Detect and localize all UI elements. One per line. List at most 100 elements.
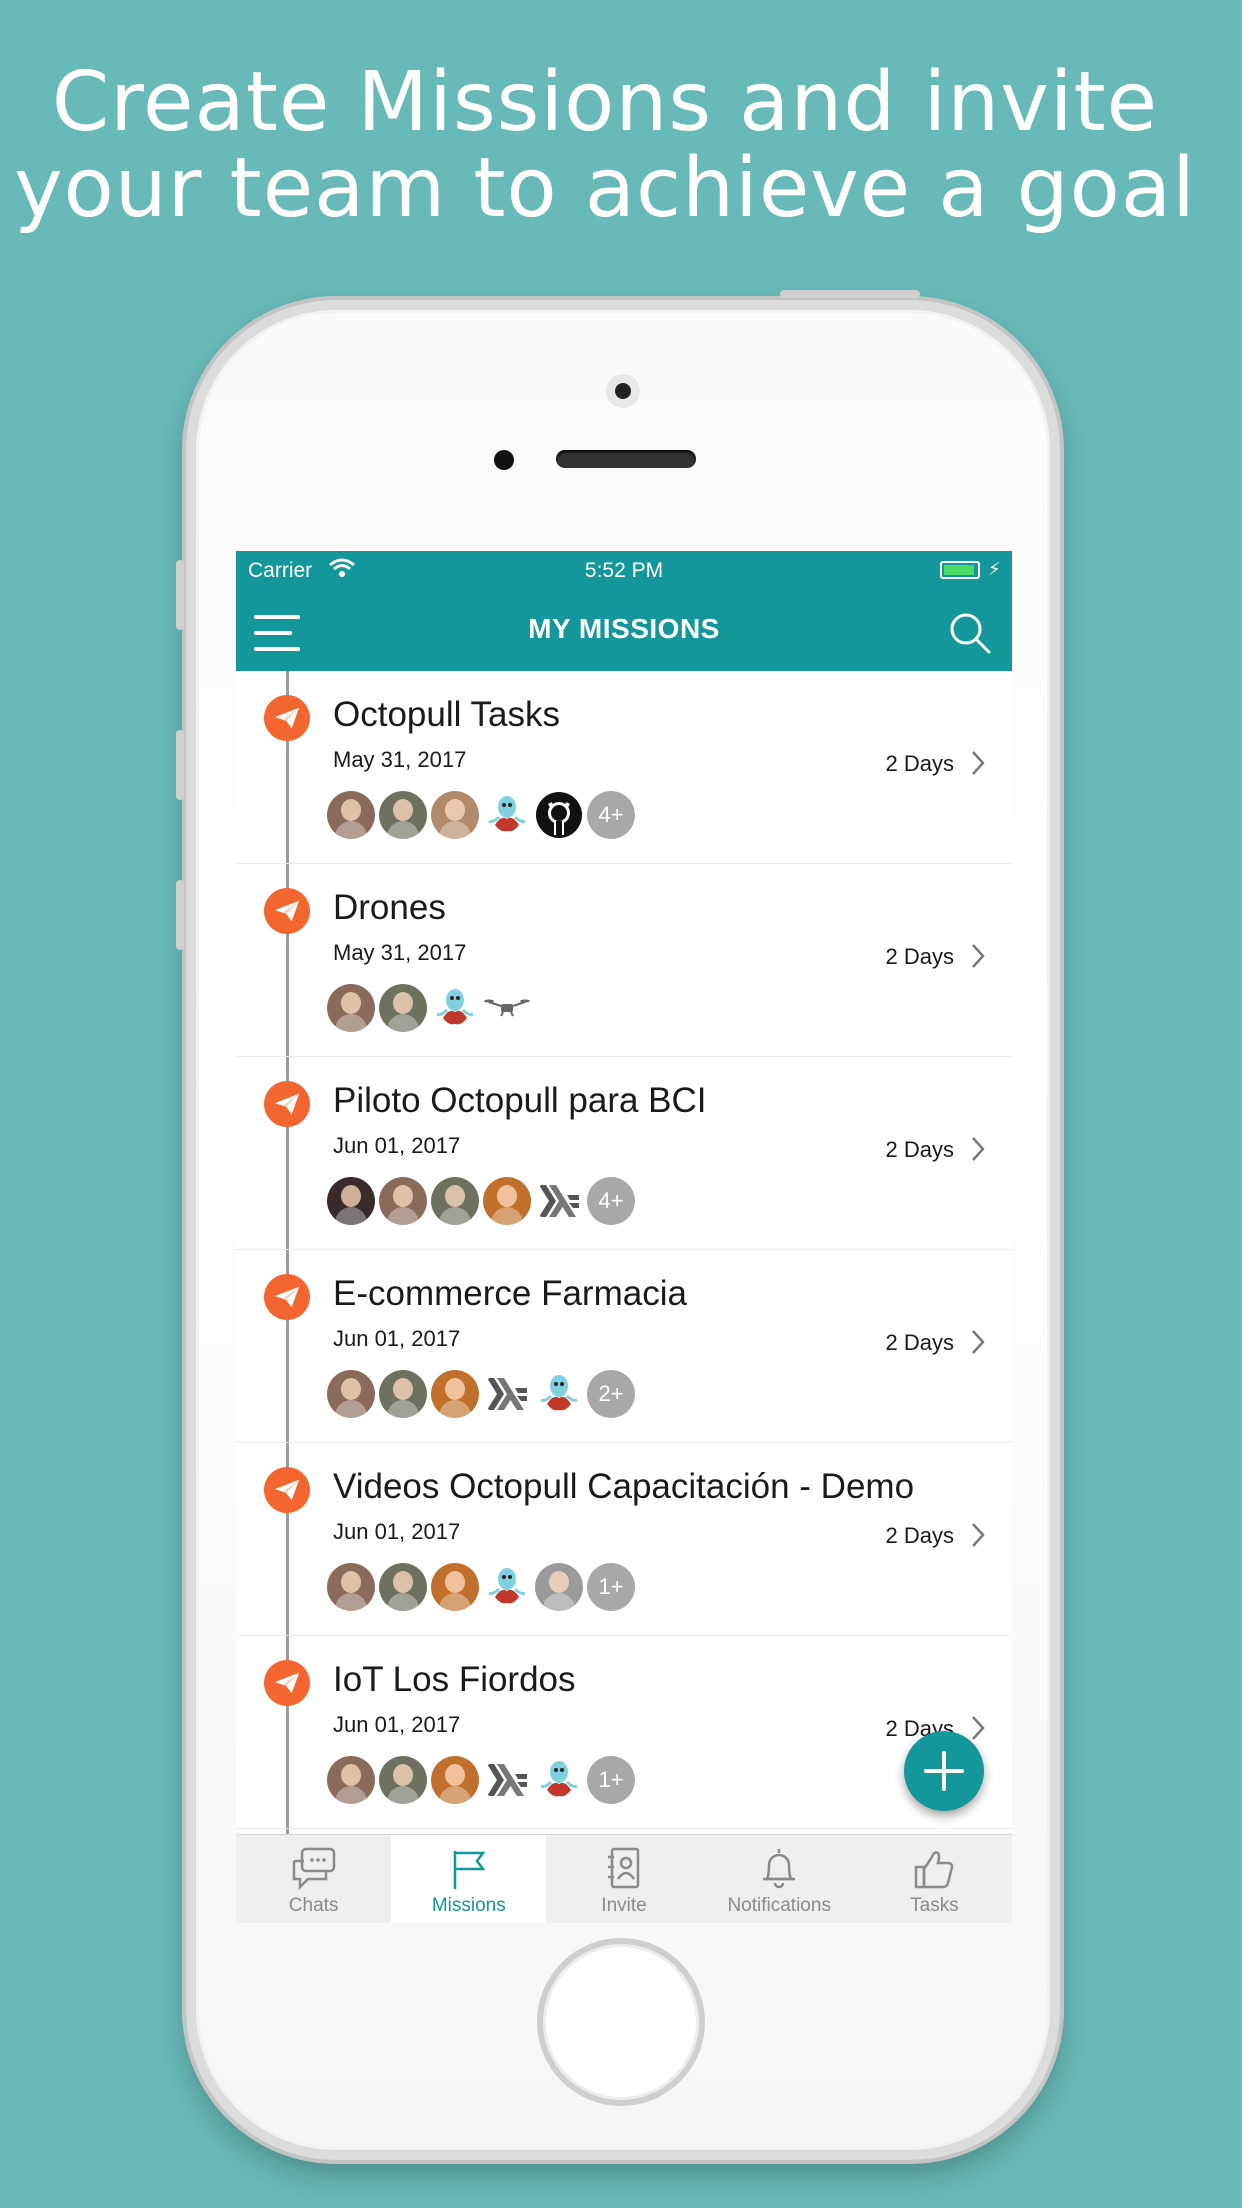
mission-name: E-commerce Farmacia: [333, 1274, 687, 1313]
member-avatars: 4+: [327, 1177, 639, 1227]
tab-invite[interactable]: Invite: [546, 1835, 701, 1923]
chevron-right-icon[interactable]: [970, 1135, 986, 1163]
haskell-icon: [483, 1756, 531, 1804]
mission-row[interactable]: Videos Octopull Capacitación - Demo Jun 0…: [236, 1443, 1012, 1636]
more-members-badge: 1+: [587, 1756, 635, 1804]
tab-tasks-label: Tasks: [910, 1895, 959, 1916]
octopus-icon: [535, 1756, 583, 1804]
avatar: [327, 1563, 375, 1611]
avatar: [431, 791, 479, 839]
mission-duration: 2 Days: [885, 751, 954, 776]
page-title: MY MISSIONS: [528, 613, 720, 644]
tab-missions[interactable]: Missions: [391, 1835, 547, 1923]
octopus-icon: [431, 984, 479, 1032]
phone-volume-down: [176, 880, 184, 950]
mission-date: Jun 01, 2017: [333, 1712, 461, 1737]
avatar: [379, 984, 427, 1032]
tab-chats-label: Chats: [288, 1895, 339, 1916]
octopus-icon: [483, 791, 531, 839]
chevron-right-icon[interactable]: [970, 1714, 986, 1742]
tab-chats[interactable]: Chats: [236, 1835, 391, 1923]
mission-duration: 2 Days: [885, 1330, 954, 1355]
mission-row[interactable]: Drones May 31, 2017 2 Days: [236, 864, 1012, 1057]
mission-date: May 31, 2017: [333, 747, 467, 772]
battery-icon: [940, 561, 980, 579]
tab-notifications[interactable]: Notifications: [702, 1835, 857, 1923]
mission-row[interactable]: Piloto Octopull para BCI Jun 01, 2017 2 Da…: [236, 1057, 1012, 1250]
mission-date: Jun 01, 2017: [333, 1326, 461, 1351]
haskell-icon: [483, 1370, 531, 1418]
more-members-badge: 4+: [587, 1177, 635, 1225]
mission-name: Octopull Tasks: [333, 695, 560, 734]
mission-duration: 2 Days: [885, 1137, 954, 1162]
status-bar: Carrier 5:52 PM ⚡: [236, 551, 1012, 591]
paper-plane-icon: [264, 1274, 310, 1320]
search-icon[interactable]: [948, 611, 992, 655]
paper-plane-icon: [264, 1467, 310, 1513]
nav-bar: MY MISSIONS: [236, 591, 1012, 671]
member-avatars: 1+: [327, 1563, 639, 1613]
avatar: [379, 1756, 427, 1804]
member-avatars: [327, 984, 535, 1034]
add-mission-button[interactable]: [904, 1731, 984, 1811]
tab-notifications-label: Notifications: [727, 1895, 831, 1916]
phone-power-button: [780, 290, 920, 298]
status-time: 5:52 PM: [584, 559, 664, 582]
earpiece-speaker: [556, 450, 696, 468]
mission-row[interactable]: E-commerce Farmacia Jun 01, 2017 2 Days 2+: [236, 1250, 1012, 1443]
avatar: [379, 1370, 427, 1418]
mission-name: IoT Los Fiordos: [333, 1660, 576, 1699]
headline-line-1: Create Missions and invite: [51, 55, 1159, 150]
paper-plane-icon: [264, 888, 310, 934]
member-avatars: 1+: [327, 1756, 639, 1806]
plus-icon: [924, 1751, 964, 1791]
octopus-icon: [535, 1370, 583, 1418]
avatar: [379, 791, 427, 839]
headline-line-2: your team to achieve a goal: [14, 141, 1196, 236]
paper-plane-icon: [264, 1660, 310, 1706]
avatar: [431, 1563, 479, 1611]
avatar: [379, 1177, 427, 1225]
octopus-icon: [483, 1563, 531, 1611]
phone-volume-up: [176, 730, 184, 800]
more-members-badge: 4+: [587, 791, 635, 839]
mission-duration: 2 Days: [885, 1523, 954, 1548]
chat-icon: [292, 1847, 335, 1891]
tab-invite-label: Invite: [601, 1895, 647, 1916]
missions-list: Octopull Tasks May 31, 2017 2 Days 4+ Drones…: [236, 671, 1012, 1834]
mission-row[interactable]: Octopull Tasks May 31, 2017 2 Days 4+: [236, 671, 1012, 864]
avatar: [535, 1563, 583, 1611]
thumbs-up-icon: [915, 1851, 954, 1889]
avatar: [431, 1370, 479, 1418]
chevron-right-icon[interactable]: [970, 1521, 986, 1549]
mission-row[interactable]: IoT Los Fiordos Jun 01, 2017 2 Days 1+: [236, 1636, 1012, 1829]
app-screen: Carrier 5:52 PM ⚡ MY MISSIONS Octopull T…: [236, 551, 1012, 1923]
chevron-right-icon[interactable]: [970, 942, 986, 970]
mission-date: Jun 01, 2017: [333, 1519, 461, 1544]
avatar: [327, 791, 375, 839]
haskell-icon: [535, 1177, 583, 1225]
phone-mute-switch: [176, 560, 184, 630]
avatar: [327, 1756, 375, 1804]
paper-plane-icon: [264, 1081, 310, 1127]
member-avatars: 4+: [327, 791, 639, 841]
avatar: [431, 1177, 479, 1225]
headline: Create Missions and invite your team to …: [0, 60, 1210, 232]
flag-icon: [453, 1851, 486, 1889]
member-avatars: 2+: [327, 1370, 639, 1420]
tab-bar: Chats Missions Invite Notifications Task…: [236, 1834, 1012, 1923]
avatar: [379, 1563, 427, 1611]
mission-date: Jun 01, 2017: [333, 1133, 461, 1158]
tab-tasks[interactable]: Tasks: [857, 1835, 1012, 1923]
chevron-right-icon[interactable]: [970, 1328, 986, 1356]
mission-name: Drones: [333, 888, 446, 927]
chevron-right-icon[interactable]: [970, 749, 986, 777]
mission-date: May 31, 2017: [333, 940, 467, 965]
home-button[interactable]: [537, 1938, 705, 2106]
avatar: [431, 1756, 479, 1804]
bell-icon: [763, 1849, 796, 1889]
tab-missions-label: Missions: [431, 1895, 506, 1916]
more-members-badge: 2+: [587, 1370, 635, 1418]
avatar: [327, 1370, 375, 1418]
charging-icon: ⚡: [988, 559, 1001, 579]
